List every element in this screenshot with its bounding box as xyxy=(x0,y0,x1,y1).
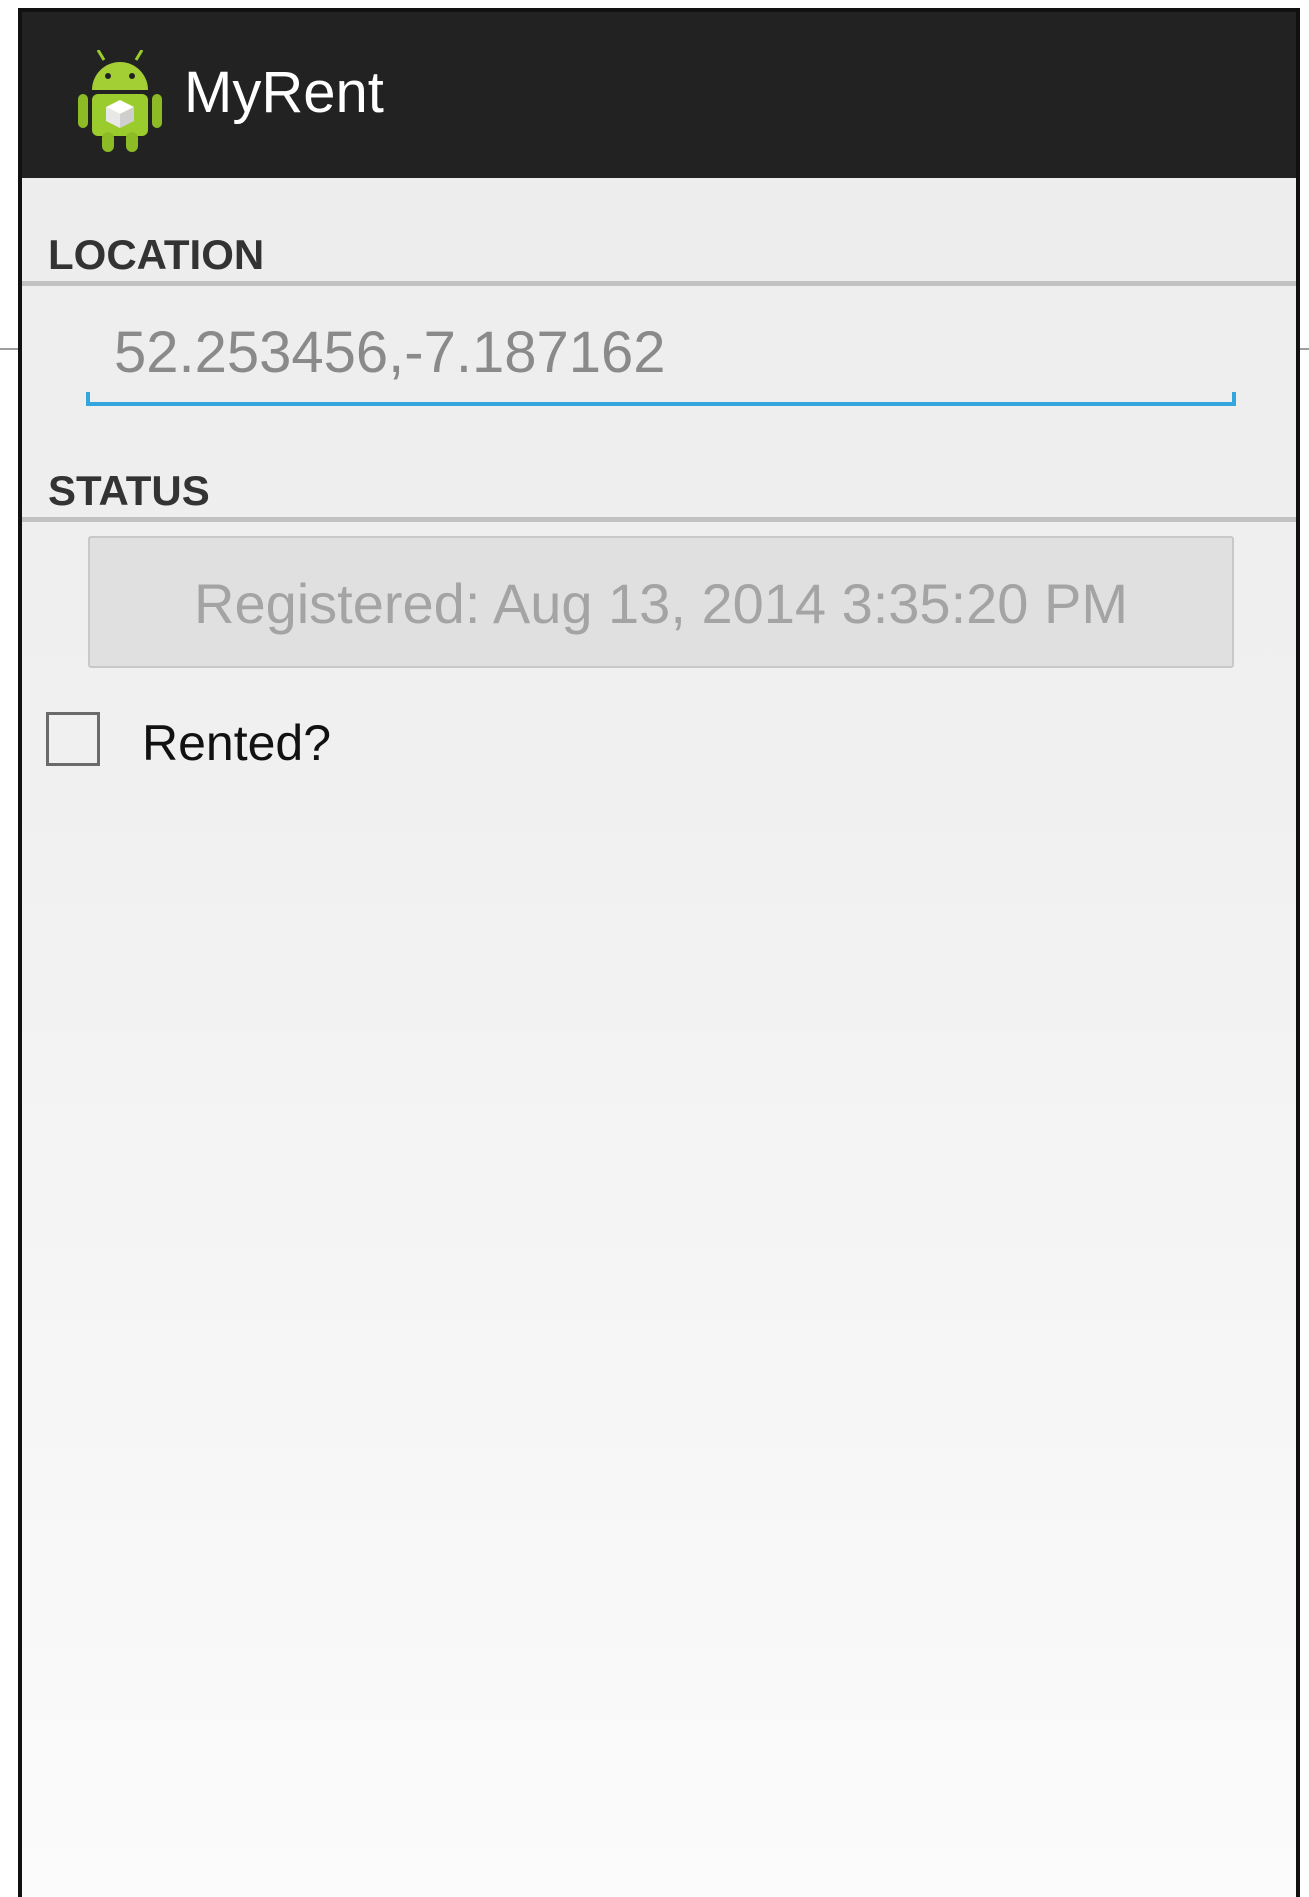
location-header-label: LOCATION xyxy=(48,231,265,278)
phone-screen: MyRent LOCATION 52.253456,-7.187162 STAT… xyxy=(18,8,1300,1897)
location-input[interactable]: 52.253456,-7.187162 xyxy=(86,298,1236,406)
android-robot-icon xyxy=(78,50,162,152)
location-input-value: 52.253456,-7.187162 xyxy=(114,320,666,385)
status-header-label: STATUS xyxy=(48,467,210,514)
rented-label: Rented? xyxy=(142,715,332,771)
location-input-tick-left xyxy=(86,392,90,406)
status-header: STATUS xyxy=(22,448,1296,522)
registered-date-label: Registered: Aug 13, 2014 3:35:20 PM xyxy=(194,572,1128,635)
location-input-tick-right xyxy=(1232,392,1236,406)
registered-date-button[interactable]: Registered: Aug 13, 2014 3:35:20 PM xyxy=(88,536,1234,668)
rented-checkbox[interactable] xyxy=(46,712,100,766)
rented-checkbox-row[interactable]: Rented? xyxy=(46,712,446,772)
location-input-underline xyxy=(86,402,1236,406)
action-bar: MyRent xyxy=(22,12,1296,178)
app-title: MyRent xyxy=(184,60,384,125)
location-header: LOCATION xyxy=(22,212,1296,286)
